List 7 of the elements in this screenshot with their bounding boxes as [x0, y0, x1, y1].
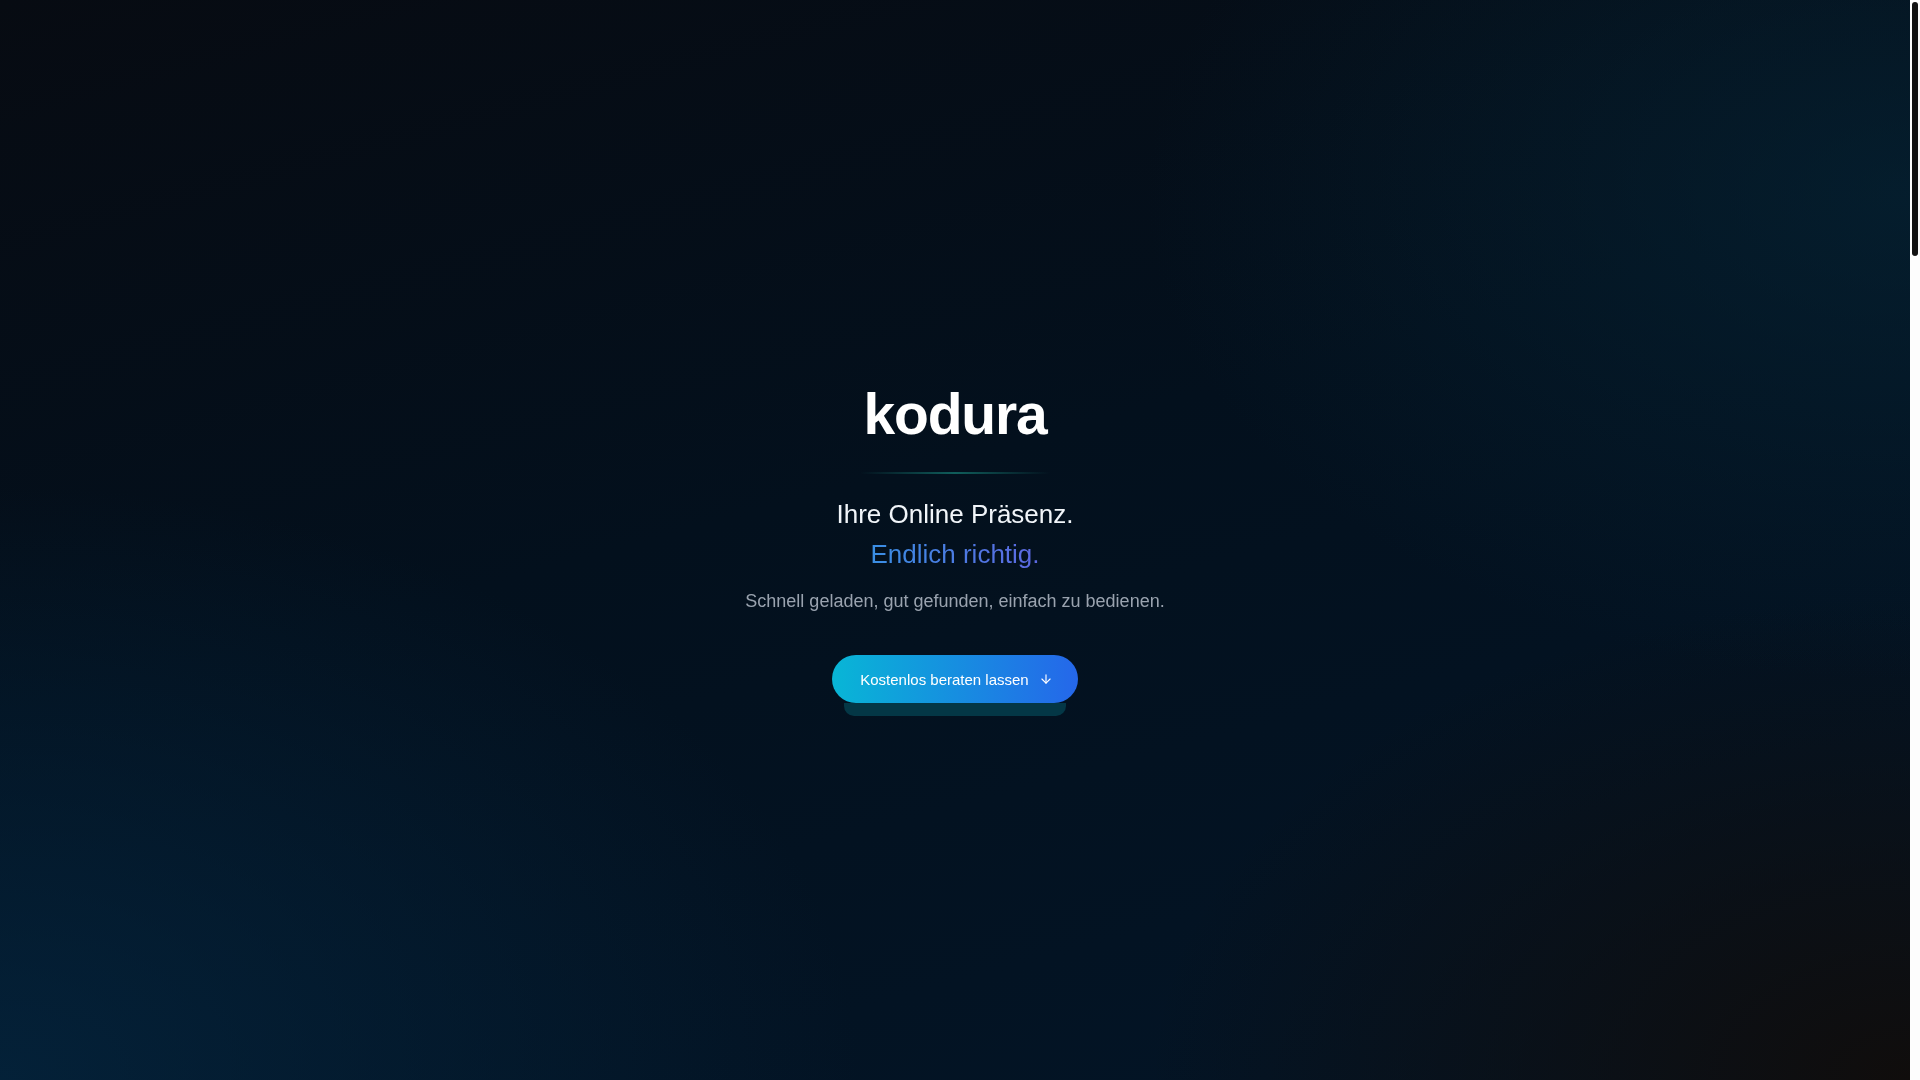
consultation-button[interactable]: Kostenlos beraten lassen [832, 655, 1078, 703]
arrow-down-icon [1038, 672, 1053, 686]
headline: Ihre Online Präsenz. [836, 498, 1074, 531]
scrollbar-thumb[interactable] [1912, 2, 1918, 256]
subtitle: Schnell geladen, gut gefunden, einfach zu bedienen. [745, 590, 1165, 613]
brand-logo: kodura [863, 381, 1047, 447]
scrollbar-track[interactable] [1910, 0, 1920, 1080]
